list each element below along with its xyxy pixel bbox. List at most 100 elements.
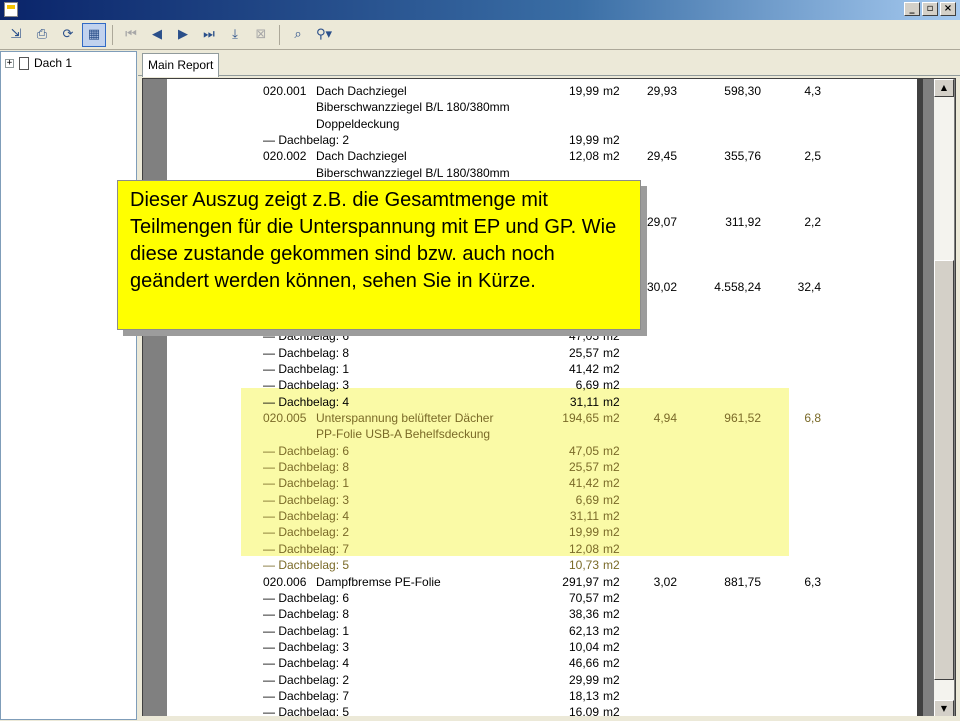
unit: m2 (603, 541, 620, 556)
app-icon (4, 2, 18, 17)
minimize-button[interactable]: _ (904, 2, 920, 16)
unit: m2 (603, 672, 620, 687)
tab-main-report[interactable]: Main Report (142, 53, 220, 77)
report-position-row: 020.001 Dach Dachziegel 19,99 m2 29,93 598,30… (167, 84, 917, 100)
unit: m2 (603, 688, 620, 703)
unit: m2 (603, 345, 620, 360)
next-page-icon[interactable]: ▶ (171, 23, 195, 47)
unit-price: 29,45 (646, 149, 677, 164)
position-number: 020.002 (263, 149, 307, 164)
quantity: 18,13 (568, 688, 599, 703)
unit: m2 (603, 460, 620, 475)
go-to-page-icon[interactable]: ⤓ (223, 23, 247, 47)
position-description: Dach Dachziegel (316, 149, 407, 164)
report-subquantity-row: — Dachbelag: 1 41,42 m2 (167, 362, 917, 378)
quantity: 25,57 (568, 460, 599, 475)
expand-icon[interactable]: + (5, 58, 14, 68)
report-position-row: 020.002 Dach Dachziegel 12,08 m2 29,45 355,76… (167, 149, 917, 165)
report-subquantity-row: — Dachbelag: 6 47,05 m2 (167, 444, 917, 460)
tree-item-dach-1[interactable]: + Dach 1 (5, 56, 72, 70)
last-page-icon[interactable]: ⏭ (197, 23, 221, 47)
restore-button[interactable]: ▫ (922, 2, 938, 16)
quantity: 31,11 (569, 509, 599, 524)
quantity: 10,73 (568, 558, 599, 573)
unit: m2 (603, 525, 620, 540)
export-icon[interactable]: ⇲ (4, 23, 28, 47)
scroll-thumb[interactable] (934, 260, 954, 680)
quantity: 10,04 (568, 639, 599, 654)
tree-toggle-icon[interactable]: ▦ (82, 22, 106, 47)
position-description: PP-Folie USB-A Behelfsdeckung (316, 427, 491, 442)
stop-icon[interactable]: ⊠ (249, 23, 273, 47)
position-number: 020.001 (263, 84, 307, 98)
position-description: Biberschwanzziegel B/L 180/380mm (316, 100, 510, 115)
vertical-scrollbar[interactable]: ▲ ▼ (934, 79, 954, 718)
report-position-row: 020.005 Unterspannung belüfteter Dächer 19… (167, 411, 917, 427)
unit: m2 (603, 656, 620, 671)
close-button[interactable]: × (940, 2, 956, 16)
quantity: 41,42 (568, 361, 599, 376)
quantity: 46,66 (568, 656, 599, 671)
report-page: 020.001 Dach Dachziegel 19,99 m2 29,93 598,30… (167, 79, 917, 719)
subquantity-label: — Dachbelag: 1 (263, 623, 350, 638)
unit-price: 29,93 (646, 84, 677, 98)
total-price: 311,92 (725, 214, 761, 229)
quantity: 19,99 (568, 525, 599, 540)
unit: m2 (603, 607, 620, 622)
unit: m2 (603, 558, 620, 573)
prev-page-icon[interactable]: ◀ (145, 23, 169, 47)
unit: m2 (603, 361, 620, 376)
report-text-row: PP-Folie USB-A Behelfsdeckung (167, 427, 917, 443)
subquantity-label: — Dachbelag: 8 (263, 345, 350, 360)
total-price: 961,52 (724, 411, 761, 425)
report-tree: + Dach 1 (0, 51, 137, 720)
subquantity-label: — Dachbelag: 5 (263, 558, 350, 573)
subquantity-label: — Dachbelag: 7 (263, 541, 350, 556)
unit: m2 (603, 492, 620, 507)
subquantity-label: — Dachbelag: 8 (263, 607, 350, 622)
subquantity-label: — Dachbelag: 1 (263, 361, 350, 376)
toolbar-separator (112, 24, 113, 45)
unit: m2 (603, 378, 620, 393)
refresh-icon[interactable]: ⟳ (56, 23, 80, 47)
quantity: 12,08 (568, 149, 599, 164)
quantity: 47,05 (568, 329, 599, 344)
zoom-icon[interactable]: ⚲▾ (312, 23, 336, 47)
report-text-row: Doppeldeckung (167, 117, 917, 133)
report-subquantity-row: — Dachbelag: 4 46,66 m2 (167, 656, 917, 672)
report-subquantity-row: — Dachbelag: 7 18,13 m2 (167, 689, 917, 705)
scroll-up-button[interactable]: ▲ (934, 79, 954, 97)
position-description: Dach Dachziegel (316, 84, 407, 98)
tab-strip: Main Report (138, 51, 960, 77)
print-icon[interactable]: ⎙ (30, 23, 54, 47)
unit: m2 (603, 329, 620, 344)
first-page-icon[interactable]: ⏮ (119, 23, 143, 47)
report-subquantity-row: — Dachbelag: 3 6,69 m2 (167, 378, 917, 394)
unit: m2 (603, 509, 620, 524)
quantity: 41,42 (568, 476, 599, 491)
position-number: 020.005 (263, 411, 307, 425)
quantity: 62,13 (568, 623, 599, 638)
subquantity-label: — Dachbelag: 1 (263, 476, 350, 491)
annotation-callout: Dieser Auszug zeigt z.B. die Gesamtmenge… (117, 180, 641, 330)
report-position-row: 020.006 Dampfbremse PE-Folie 291,97 m2 3,02 8… (167, 575, 917, 591)
quantity: 19,99 (568, 84, 599, 98)
unit: m2 (603, 149, 620, 164)
unit: m2 (603, 394, 620, 409)
unit: m2 (603, 476, 620, 491)
subquantity-label: — Dachbelag: 8 (263, 460, 350, 475)
quantity: 194,65 (562, 411, 599, 425)
document-icon (19, 56, 29, 70)
subquantity-label: — Dachbelag: 2 (263, 672, 350, 687)
tree-item-label: Dach 1 (34, 56, 73, 70)
percent-share: 2,2 (804, 214, 821, 229)
unit: m2 (603, 133, 620, 148)
subquantity-label: — Dachbelag: 6 (263, 590, 350, 605)
unit: m2 (603, 411, 620, 425)
total-price: 881,75 (724, 574, 761, 589)
quantity: 29,99 (568, 672, 599, 687)
report-subquantity-row: — Dachbelag: 6 70,57 m2 (167, 591, 917, 607)
unit-price: 3,02 (653, 574, 677, 589)
search-icon[interactable]: ⌕ (286, 23, 310, 47)
report-viewport[interactable]: 020.001 Dach Dachziegel 19,99 m2 29,93 598,30… (142, 78, 956, 719)
